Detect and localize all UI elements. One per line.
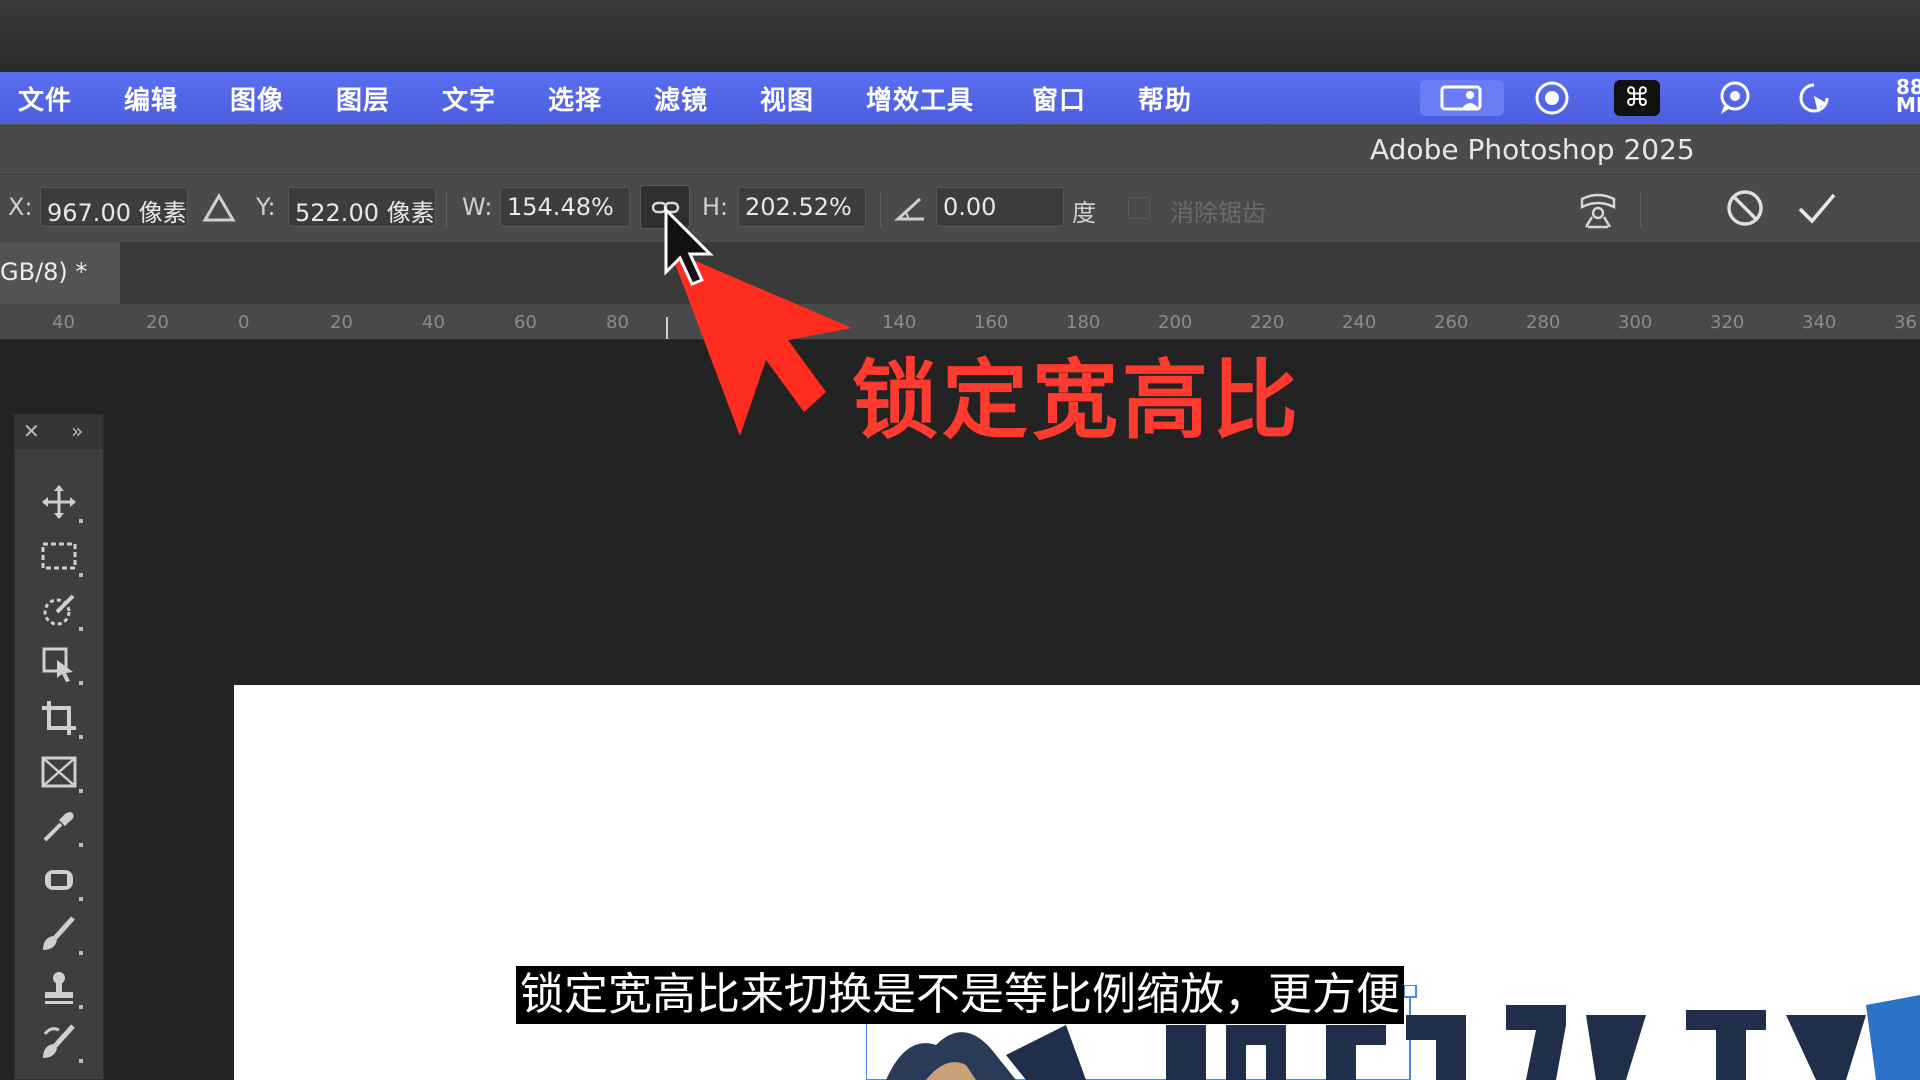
angle-unit-label: 度: [1072, 199, 1096, 227]
separator: [446, 191, 447, 227]
crop-tool-icon[interactable]: [35, 695, 83, 741]
mouse-pointer-icon: [664, 206, 714, 286]
app-title-bar: Adobe Photoshop 2025: [0, 124, 1920, 174]
reference-point-delta-icon[interactable]: [202, 191, 242, 231]
commit-transform-icon[interactable]: [1796, 187, 1836, 227]
ruler-label: 0: [238, 312, 250, 333]
ruler-label: 36: [1894, 312, 1917, 333]
eyedropper-tool-icon[interactable]: [35, 803, 83, 849]
history-brush-tool-icon[interactable]: [35, 1019, 83, 1065]
menu-plugins[interactable]: 增效工具: [866, 80, 974, 117]
menu-view[interactable]: 视图: [760, 80, 814, 117]
video-subtitle: 锁定宽高比来切换是不是等比例缩放，更方便: [516, 966, 1404, 1024]
antialias-checkbox[interactable]: [1128, 197, 1150, 219]
status-text: 88 MI: [1896, 78, 1920, 114]
menu-layer[interactable]: 图层: [336, 80, 390, 117]
tools-panel-header: ✕ »: [15, 415, 103, 449]
ruler-label: 40: [52, 312, 75, 333]
ruler-label: 300: [1618, 312, 1653, 333]
ruler-label: 240: [1342, 312, 1377, 333]
ruler-label: 80: [606, 312, 629, 333]
warp-mode-icon[interactable]: [1576, 187, 1616, 229]
tools-panel: ✕ »: [14, 414, 104, 1080]
close-icon[interactable]: ✕: [23, 419, 40, 443]
ruler-label: 20: [146, 312, 169, 333]
ruler-label: 340: [1802, 312, 1837, 333]
frame-tool-icon[interactable]: [35, 749, 83, 795]
menu-select[interactable]: 选择: [548, 80, 602, 117]
command-icon[interactable]: ⌘: [1614, 80, 1660, 116]
ruler-label: 280: [1526, 312, 1561, 333]
select-subject-tool-icon[interactable]: [35, 641, 83, 687]
menu-bar: 文件 编辑 图像 图层 文字 选择 滤镜 视图 增效工具 窗口 帮助 ⌘ 88 …: [0, 72, 1920, 124]
rotate-angle-icon: [894, 193, 934, 233]
document-tab[interactable]: GB/8) *: [0, 242, 120, 304]
menu-file[interactable]: 文件: [18, 80, 72, 117]
menu-filter[interactable]: 滤镜: [654, 80, 708, 117]
screen-bezel: [0, 0, 1920, 72]
expand-panel-icon[interactable]: »: [71, 419, 83, 443]
antialias-label: 消除锯齿: [1170, 199, 1266, 227]
width-field[interactable]: 154.48%: [500, 187, 630, 227]
brush-tool-icon[interactable]: [35, 911, 83, 957]
x-label: X:: [8, 193, 33, 221]
menu-type[interactable]: 文字: [442, 80, 496, 117]
document-tab-bar: GB/8) *: [0, 242, 1920, 304]
ruler-label: 20: [330, 312, 353, 333]
menu-image[interactable]: 图像: [230, 80, 284, 117]
options-bar: X: 967.00 像素 Y: 522.00 像素 W: 154.48% H: …: [0, 174, 1920, 242]
ruler-label: 40: [422, 312, 445, 333]
app-title: Adobe Photoshop 2025: [1370, 133, 1695, 166]
menu-bar-status-area: ⌘ 88 MI: [1420, 72, 1920, 124]
screen-share-icon[interactable]: [1420, 80, 1504, 116]
ruler-label: 60: [514, 312, 537, 333]
screen: 文件 编辑 图像 图层 文字 选择 滤镜 视图 增效工具 窗口 帮助 ⌘ 88 …: [0, 0, 1920, 1080]
chat-icon[interactable]: [1714, 80, 1754, 116]
separator: [880, 191, 881, 227]
rotate-angle-field[interactable]: 0.00: [936, 187, 1064, 227]
move-tool-icon[interactable]: [35, 479, 83, 525]
w-label: W:: [462, 193, 493, 221]
cursor-tracking-icon[interactable]: [1794, 80, 1834, 116]
healing-brush-tool-icon[interactable]: [35, 857, 83, 903]
cancel-transform-icon[interactable]: [1724, 187, 1764, 227]
ruler-label: 260: [1434, 312, 1469, 333]
marquee-tool-icon[interactable]: [35, 533, 83, 579]
record-icon[interactable]: [1532, 80, 1572, 116]
separator: [1640, 191, 1641, 227]
annotation-text: 锁定宽高比: [852, 351, 1302, 451]
x-position-field[interactable]: 967.00 像素: [40, 187, 188, 227]
y-label: Y:: [256, 193, 276, 221]
clone-stamp-tool-icon[interactable]: [35, 965, 83, 1011]
y-position-field[interactable]: 522.00 像素: [288, 187, 436, 227]
object-selection-tool-icon[interactable]: [35, 587, 83, 633]
ruler-label: 320: [1710, 312, 1745, 333]
menu-window[interactable]: 窗口: [1032, 80, 1086, 117]
menu-edit[interactable]: 编辑: [124, 80, 178, 117]
menu-help[interactable]: 帮助: [1138, 80, 1192, 117]
